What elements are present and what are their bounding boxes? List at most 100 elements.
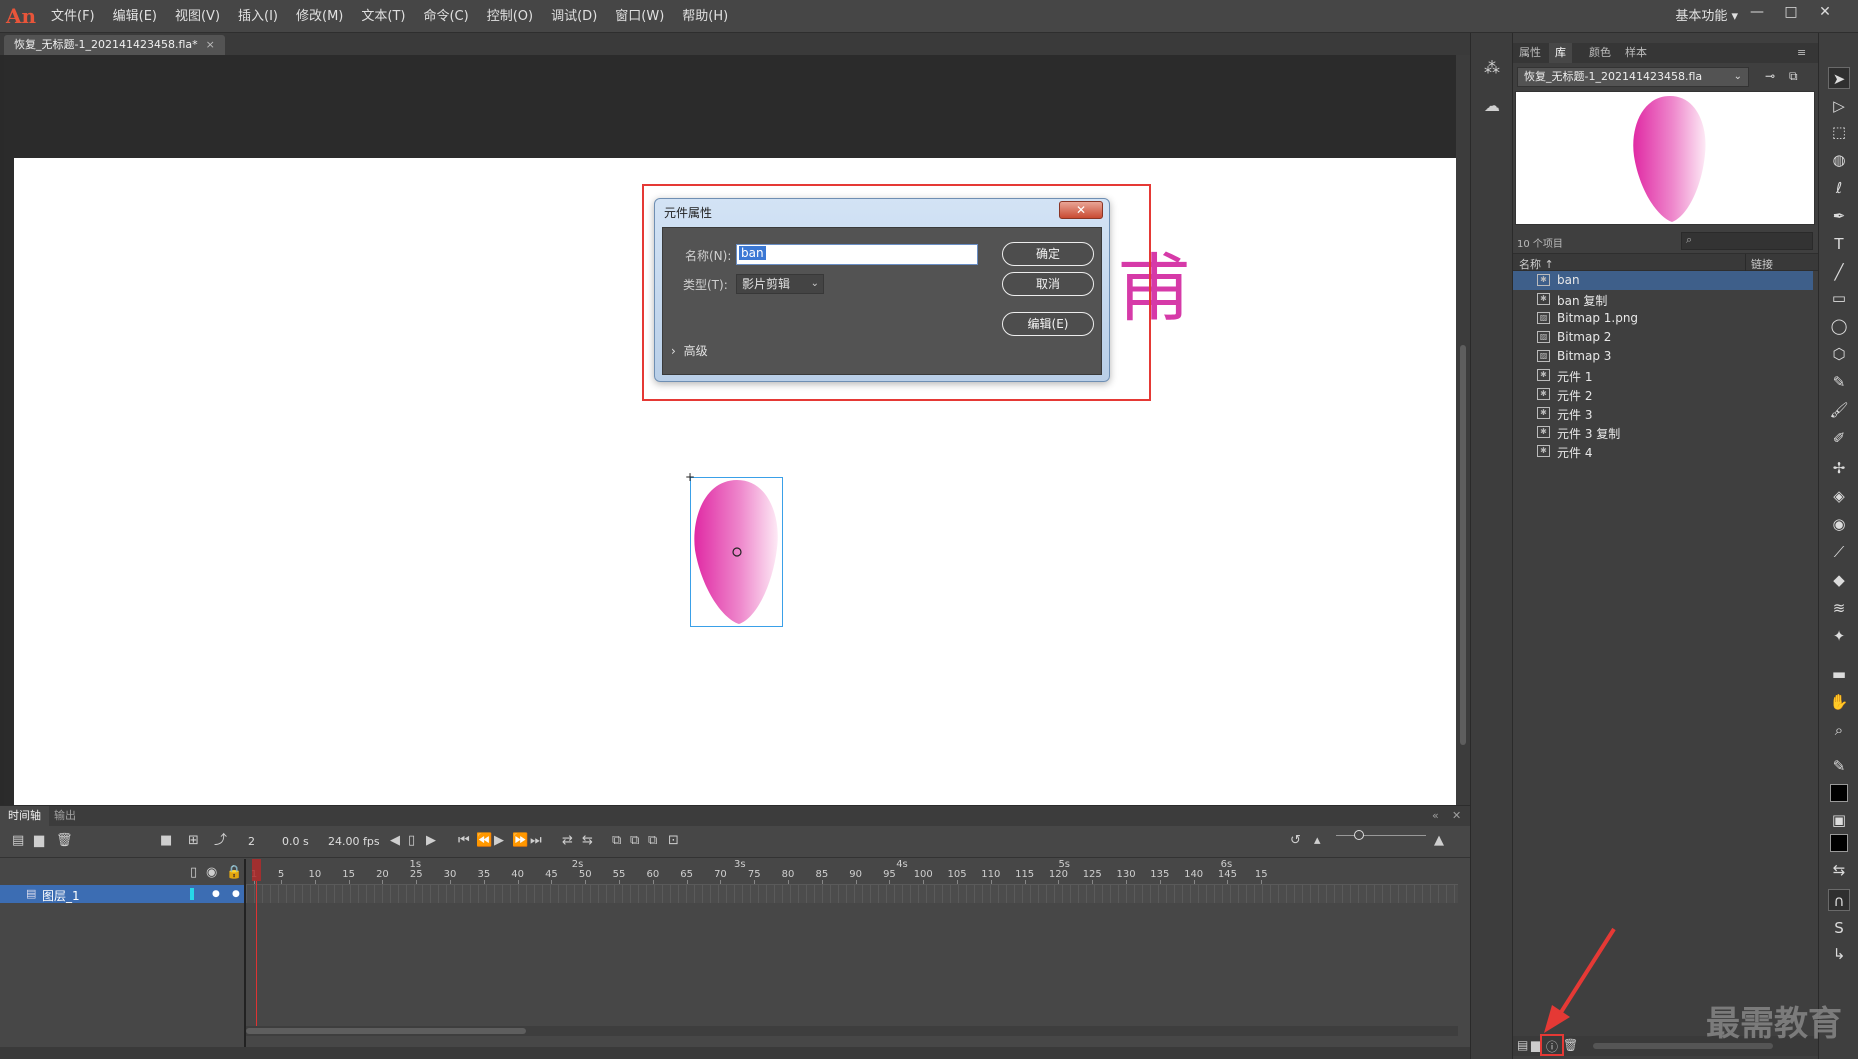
menu-item-5[interactable]: 文本(T)	[352, 0, 414, 33]
tab-swatches[interactable]: 样本	[1619, 43, 1653, 63]
library-file-select[interactable]: 恢复_无标题-1_202141423458.fla ⌄	[1517, 67, 1749, 87]
lock-icon[interactable]: 🔒	[226, 865, 242, 881]
menu-item-9[interactable]: 窗口(W)	[606, 0, 673, 33]
new-library-icon[interactable]: ⧉	[1789, 69, 1798, 84]
eraser-tool-icon[interactable]: ◆	[1828, 569, 1850, 591]
library-item[interactable]: ✱ 元件 1	[1513, 366, 1813, 385]
free-transform-tool-icon[interactable]: ⬚	[1828, 121, 1850, 143]
graph-icon[interactable]: ⤴	[214, 833, 227, 849]
close-panel-icon[interactable]: ✕	[1444, 806, 1469, 826]
creative-cloud-icon[interactable]: ☁	[1481, 95, 1503, 117]
undo-zoom-icon[interactable]: ↺	[1290, 833, 1301, 849]
selection-tool-icon[interactable]: ➤	[1828, 67, 1850, 89]
small-mountain-icon[interactable]: ▴	[1314, 833, 1321, 849]
go-first-icon[interactable]: ⏮	[458, 833, 470, 849]
layer-color-swatch[interactable]	[190, 888, 194, 900]
fill-color-icon[interactable]: ▣	[1828, 809, 1850, 831]
name-input[interactable]: ban	[736, 244, 978, 265]
step-back-icon[interactable]: ◀	[390, 833, 400, 849]
tab-timeline[interactable]: 时间轴	[0, 806, 49, 826]
frame-ruler[interactable]: 15 10 15 20 25 30 35 40 45 50 55 60 65 70 75 80 85 90 95 10…	[246, 859, 1458, 885]
workspace-switcher[interactable]: 基本功能 ▾	[1675, 0, 1738, 33]
smooth-icon[interactable]: S	[1828, 917, 1850, 939]
menu-item-6[interactable]: 命令(C)	[414, 0, 477, 33]
stage-vertical-scrollbar[interactable]	[1456, 55, 1470, 805]
subselection-tool-icon[interactable]: ▷	[1828, 95, 1850, 117]
visibility-dot[interactable]: ●	[212, 889, 220, 899]
current-frame[interactable]: 2	[248, 835, 255, 848]
loop-icon[interactable]: ⇄	[562, 833, 573, 849]
library-item[interactable]: ✱ ban	[1513, 271, 1813, 290]
large-mountain-icon[interactable]: ▲	[1434, 833, 1444, 849]
minimize-button[interactable]: —	[1740, 0, 1774, 24]
delete-icon[interactable]: 🗑	[1563, 1038, 1578, 1052]
library-item[interactable]: ▨ Bitmap 3	[1513, 347, 1813, 366]
hand-tool-icon[interactable]: ✋	[1828, 691, 1850, 713]
tab-output[interactable]: 输出	[46, 806, 84, 826]
new-symbol-icon[interactable]: ▤	[1517, 1038, 1528, 1052]
3d-rotation-tool-icon[interactable]: ◍	[1828, 149, 1850, 171]
eye-icon[interactable]: ◉	[206, 865, 217, 881]
pin-icon[interactable]: ⊸	[1765, 69, 1775, 83]
menu-item-0[interactable]: 文件(F)	[42, 0, 104, 33]
library-item[interactable]: ✱ ban 复制	[1513, 290, 1813, 309]
close-tab-icon[interactable]: ×	[206, 38, 215, 51]
current-time[interactable]: 0.0 s	[282, 835, 309, 848]
scroll-thumb[interactable]	[1460, 345, 1466, 745]
ink-bottle-tool-icon[interactable]: ◉	[1828, 513, 1850, 535]
advanced-toggle[interactable]: › 高级	[671, 342, 708, 359]
stroke-color-icon[interactable]: ✎	[1828, 755, 1850, 777]
zoom-tool-icon[interactable]: ⌕	[1828, 719, 1850, 741]
cancel-button[interactable]: 取消	[1002, 272, 1094, 296]
layer-frames[interactable]	[246, 885, 1458, 903]
text-tool-icon[interactable]: T	[1828, 233, 1850, 255]
new-folder-icon[interactable]: ▆	[34, 833, 44, 849]
column-linkage[interactable]: 链接	[1751, 256, 1773, 272]
eyedropper-tool-icon[interactable]: ⟋	[1828, 541, 1850, 563]
timeline-zoom-track[interactable]	[1336, 835, 1426, 836]
library-item[interactable]: ✱ 元件 3	[1513, 404, 1813, 423]
asset-warp-tool-icon[interactable]: ✦	[1828, 625, 1850, 647]
delete-layer-icon[interactable]: 🗑	[56, 833, 73, 849]
onion-range-icon[interactable]: ⊡	[668, 833, 679, 849]
polystar-tool-icon[interactable]: ⬡	[1828, 343, 1850, 365]
width-tool-icon[interactable]: ≋	[1828, 597, 1850, 619]
step-forward-icon[interactable]: ▶	[426, 833, 436, 849]
outline-toggle-icon[interactable]: ▯	[190, 865, 197, 881]
menu-item-10[interactable]: 帮助(H)	[673, 0, 737, 33]
dialog-close-button[interactable]: ✕	[1059, 201, 1103, 219]
pen-tool-icon[interactable]: ✒	[1828, 205, 1850, 227]
go-last-icon[interactable]: ⏭	[530, 833, 542, 849]
ok-button[interactable]: 确定	[1002, 242, 1094, 266]
rectangle-tool-icon[interactable]: ▭	[1828, 287, 1850, 309]
timeline-zoom-slider[interactable]	[1354, 830, 1364, 840]
pencil-tool-icon[interactable]: ✎	[1828, 371, 1850, 393]
library-item[interactable]: ✱ 元件 3 复制	[1513, 423, 1813, 442]
panel-menu-icon[interactable]: ≡	[1791, 43, 1812, 63]
document-tab[interactable]: 恢复_无标题-1_202141423458.fla* ×	[4, 35, 225, 55]
brush-tool-icon[interactable]: ✐	[1828, 427, 1850, 449]
paint-brush-tool-icon[interactable]: 🖌	[1828, 399, 1850, 421]
bone-tool-icon[interactable]: ✢	[1828, 457, 1850, 479]
library-item[interactable]: ✱ 元件 4	[1513, 442, 1813, 461]
column-separator[interactable]	[1745, 254, 1746, 272]
oval-tool-icon[interactable]: ◯	[1828, 315, 1850, 337]
menu-item-8[interactable]: 调试(D)	[542, 0, 606, 33]
column-name[interactable]: 名称 ↑	[1519, 256, 1554, 272]
paint-bucket-tool-icon[interactable]: ◈	[1828, 485, 1850, 507]
onion-skin-icon[interactable]: ⧉	[612, 833, 621, 849]
menu-item-7[interactable]: 控制(O)	[478, 0, 542, 33]
tab-library[interactable]: 库	[1549, 43, 1572, 63]
camera-tool-icon[interactable]: ▬	[1828, 663, 1850, 685]
menu-item-3[interactable]: 插入(I)	[229, 0, 287, 33]
lasso-tool-icon[interactable]: ℓ	[1828, 177, 1850, 199]
swap-colors-icon[interactable]: ⇆	[1828, 859, 1850, 881]
menu-item-4[interactable]: 修改(M)	[287, 0, 352, 33]
new-layer-icon[interactable]: ▤	[12, 833, 24, 849]
straighten-icon[interactable]: ↳	[1828, 943, 1850, 965]
lock-dot[interactable]: ●	[232, 889, 240, 899]
scroll-thumb[interactable]	[246, 1028, 526, 1034]
prev-frame-icon[interactable]: ⏪	[476, 833, 492, 849]
library-item[interactable]: ▨ Bitmap 1.png	[1513, 309, 1813, 328]
timeline-horizontal-scrollbar[interactable]	[246, 1026, 1458, 1036]
